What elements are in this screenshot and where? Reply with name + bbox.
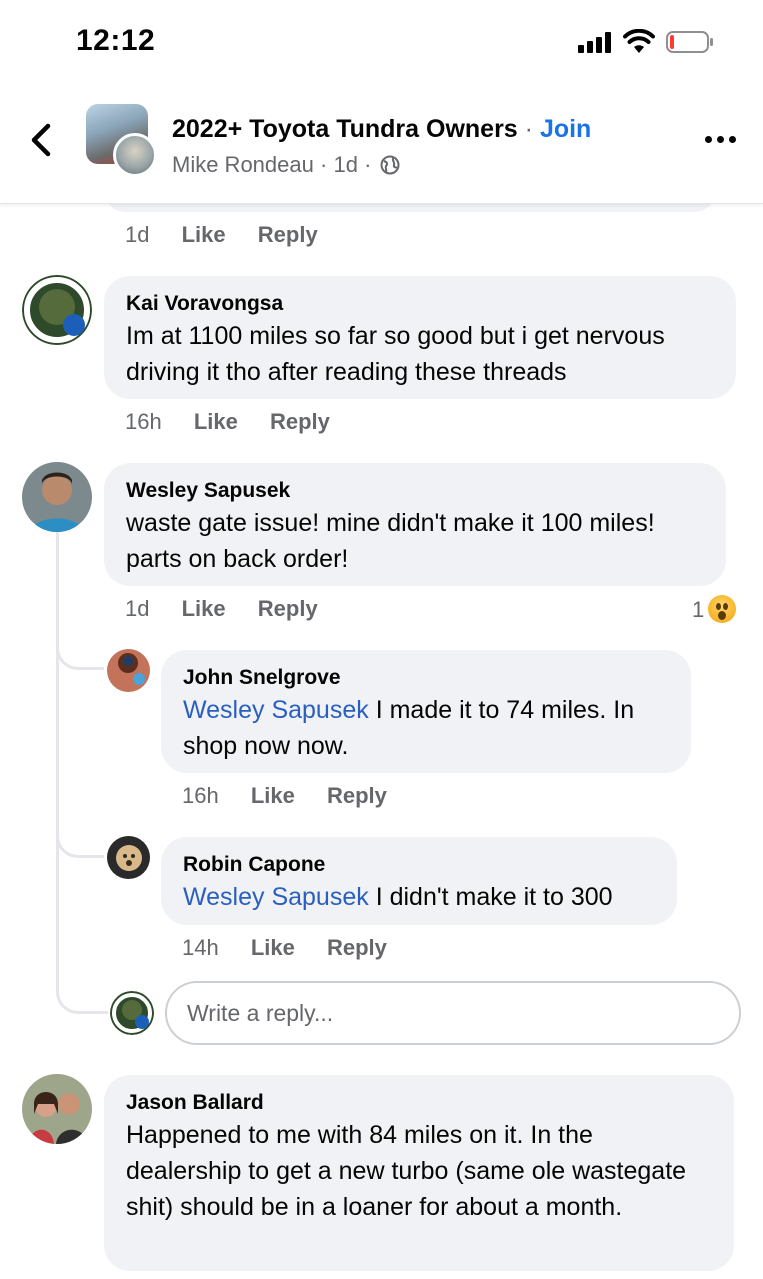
mention-link[interactable]: Wesley Sapusek <box>183 696 369 724</box>
comment-actions: 1d Like Reply <box>125 222 318 248</box>
subtitle-dot: · <box>364 152 372 177</box>
group-title: 2022+ Toyota Tundra Owners · Join <box>172 115 591 144</box>
thread-branch <box>56 808 104 858</box>
thread-branch <box>56 620 104 670</box>
reply-text: Wesley Sapusek I made it to 74 miles. In… <box>183 692 669 764</box>
comment-bubble: Kai Voravongsa Im at 1100 miles so far s… <box>104 276 736 399</box>
commenter-avatar[interactable] <box>22 275 92 345</box>
comment-bubble: Wesley Sapusek waste gate issue! mine di… <box>104 463 726 586</box>
author-avatar[interactable] <box>113 133 157 177</box>
comment-text: Happened to me with 84 miles on it. In t… <box>126 1121 687 1221</box>
title-separator: · <box>524 115 533 143</box>
replier-name[interactable]: John Snelgrove <box>183 664 669 692</box>
reply-actions: 14h Like Reply <box>182 935 387 961</box>
reply-button[interactable]: Reply <box>270 409 330 435</box>
cellular-signal-icon <box>578 31 614 53</box>
like-button[interactable]: Like <box>251 935 295 961</box>
comment-time: 1d <box>125 222 150 247</box>
thread-branch <box>56 968 108 1014</box>
group-name[interactable]: 2022+ Toyota Tundra Owners <box>172 115 518 143</box>
replier-avatar[interactable] <box>107 836 150 879</box>
commenter-name[interactable]: Wesley Sapusek <box>126 477 704 505</box>
reply-bubble: Robin Capone Wesley Sapusek I didn't mak… <box>161 837 677 925</box>
reply-time: 16h <box>182 783 219 808</box>
like-button[interactable]: Like <box>182 596 226 622</box>
post-subtitle: Mike Rondeau · 1d · <box>172 152 400 178</box>
reaction-summary[interactable]: 1 <box>692 595 737 623</box>
post-age[interactable]: 1d <box>333 152 357 177</box>
comment-actions: 1d Like Reply <box>125 596 318 622</box>
reply-text: Wesley Sapusek I didn't make it to 300 <box>183 879 655 915</box>
commenter-avatar[interactable] <box>22 462 92 532</box>
reply-button[interactable]: Reply <box>258 596 318 622</box>
more-options-icon[interactable] <box>705 136 737 146</box>
battery-icon <box>666 31 713 53</box>
comment-time: 1d <box>125 596 150 621</box>
thread-line <box>56 532 59 968</box>
like-button[interactable]: Like <box>182 222 226 248</box>
write-reply-input[interactable]: Write a reply... <box>165 981 741 1045</box>
comment-bubble: Jason Ballard Happened to me with 84 mil… <box>104 1075 734 1271</box>
reply-time: 14h <box>182 935 219 960</box>
commenter-avatar[interactable] <box>22 1074 92 1144</box>
like-button[interactable]: Like <box>194 409 238 435</box>
reply-button[interactable]: Reply <box>327 935 387 961</box>
reply-body: I didn't make it to 300 <box>368 883 613 911</box>
comment-actions: 16h Like Reply <box>125 409 330 435</box>
author-name[interactable]: Mike Rondeau <box>172 152 314 177</box>
back-arrow-icon[interactable] <box>26 120 58 160</box>
post-header: 2022+ Toyota Tundra Owners · Join Mike R… <box>0 88 763 204</box>
globe-icon <box>380 155 400 175</box>
subtitle-dot: · <box>320 152 328 177</box>
comment-text: waste gate issue! mine didn't make it 10… <box>126 509 655 573</box>
reaction-count: 1 <box>692 597 705 622</box>
join-button[interactable]: Join <box>540 115 591 143</box>
comment-time: 16h <box>125 409 162 434</box>
reply-button[interactable]: Reply <box>258 222 318 248</box>
commenter-name[interactable]: Jason Ballard <box>126 1089 712 1117</box>
wifi-icon <box>623 29 655 53</box>
status-time: 12:12 <box>76 24 156 57</box>
like-button[interactable]: Like <box>251 783 295 809</box>
mention-link[interactable]: Wesley Sapusek <box>183 883 369 911</box>
status-bar: 12:12 <box>0 0 763 88</box>
replier-name[interactable]: Robin Capone <box>183 851 655 879</box>
reply-actions: 16h Like Reply <box>182 783 387 809</box>
current-user-avatar <box>110 991 154 1035</box>
reply-bubble: John Snelgrove Wesley Sapusek I made it … <box>161 650 691 773</box>
commenter-name[interactable]: Kai Voravongsa <box>126 290 714 318</box>
reply-input-placeholder: Write a reply... <box>187 999 334 1026</box>
replier-avatar[interactable] <box>107 649 150 692</box>
wow-emoji-icon <box>708 595 737 623</box>
comment-text: Im at 1100 miles so far so good but i ge… <box>126 322 665 386</box>
reply-button[interactable]: Reply <box>327 783 387 809</box>
